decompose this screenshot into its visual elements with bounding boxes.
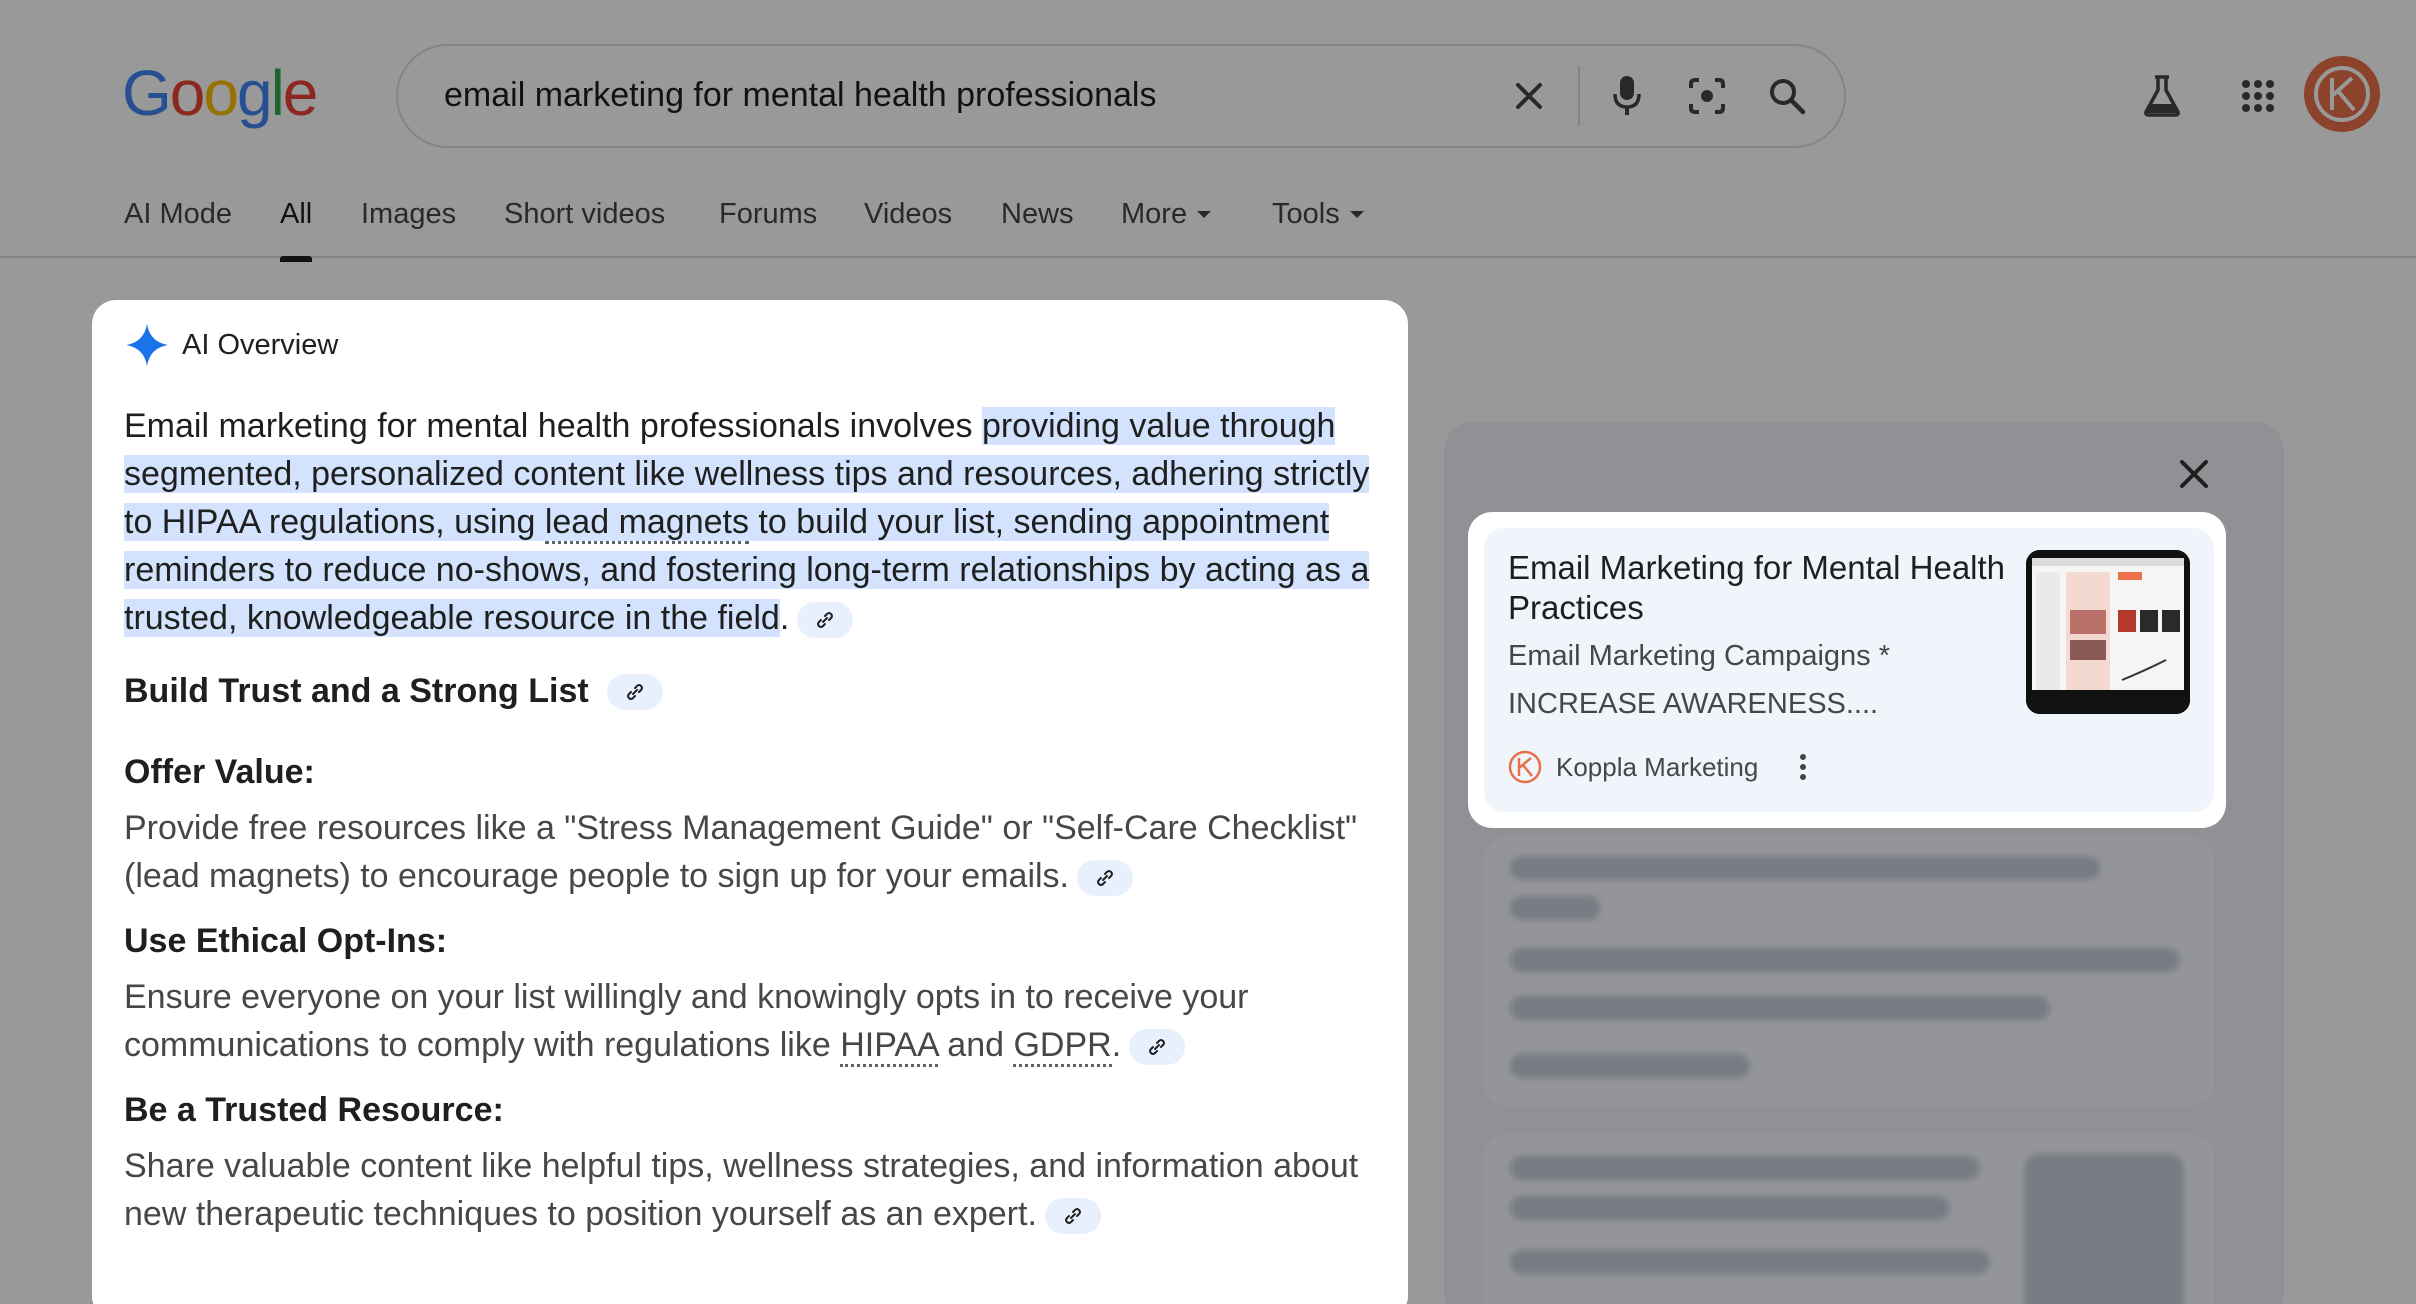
- intro-text: Email marketing for mental health profes…: [124, 407, 982, 445]
- section-heading: Build Trust and a Strong List: [124, 672, 1384, 711]
- item-title: Use Ethical Opt-Ins:: [124, 922, 448, 960]
- item-title: Offer Value:: [124, 753, 315, 791]
- koppla-favicon-icon: [1508, 750, 1542, 784]
- source-name: Koppla Marketing: [1556, 751, 1759, 782]
- more-options-icon[interactable]: [1788, 750, 1818, 784]
- close-icon[interactable]: [2164, 444, 2224, 504]
- citation-link-icon[interactable]: [1129, 1029, 1186, 1066]
- list-item: Use Ethical Opt-Ins: Ensure everyone on …: [124, 922, 1384, 1069]
- ai-overview-header: AI Overview: [124, 322, 338, 368]
- citation-link-icon[interactable]: [1044, 1198, 1101, 1235]
- citation-link-icon[interactable]: [606, 673, 663, 710]
- list-item: Offer Value: Provide free resources like…: [124, 753, 1384, 900]
- source-card-snippet: INCREASE AWARENESS....: [1508, 688, 1879, 720]
- item-text: Ensure everyone on your list willingly a…: [124, 973, 1384, 1069]
- item-text-body: Provide free resources like a "Stress Ma…: [124, 809, 1358, 895]
- item-text: Share valuable content like helpful tips…: [124, 1142, 1384, 1238]
- item-text-body: and: [937, 1026, 1014, 1064]
- item-text-body: Share valuable content like helpful tips…: [124, 1147, 1359, 1233]
- citation-link-icon[interactable]: [1077, 860, 1133, 897]
- item-title: Be a Trusted Resource:: [124, 1091, 504, 1129]
- hipaa-link[interactable]: HIPAA: [840, 1026, 938, 1067]
- item-text-body: .: [1111, 1026, 1122, 1064]
- sparkle-icon: [126, 324, 168, 366]
- ai-overview-panel: AI Overview Email marketing for mental h…: [92, 300, 1408, 1304]
- source-card[interactable]: Email Marketing for Mental Health Practi…: [1484, 528, 2214, 812]
- source-thumbnail[interactable]: [2026, 550, 2190, 714]
- source-attribution: Koppla Marketing: [1508, 750, 1818, 784]
- citation-link-icon[interactable]: [797, 602, 854, 639]
- ai-overview-intro: Email marketing for mental health profes…: [124, 402, 1384, 642]
- intro-end: .: [779, 599, 790, 637]
- ai-overview-title: AI Overview: [182, 328, 339, 361]
- gdpr-link[interactable]: GDPR: [1013, 1026, 1112, 1067]
- item-text: Provide free resources like a "Stress Ma…: [124, 804, 1384, 900]
- section-title: Build Trust and a Strong List: [124, 672, 589, 710]
- list-item: Be a Trusted Resource: Share valuable co…: [124, 1091, 1384, 1238]
- source-card-snippet: Email Marketing Campaigns *: [1508, 640, 1890, 672]
- lead-magnets-link[interactable]: lead magnets: [544, 503, 749, 544]
- source-card-title[interactable]: Email Marketing for Mental Health Practi…: [1508, 548, 2008, 628]
